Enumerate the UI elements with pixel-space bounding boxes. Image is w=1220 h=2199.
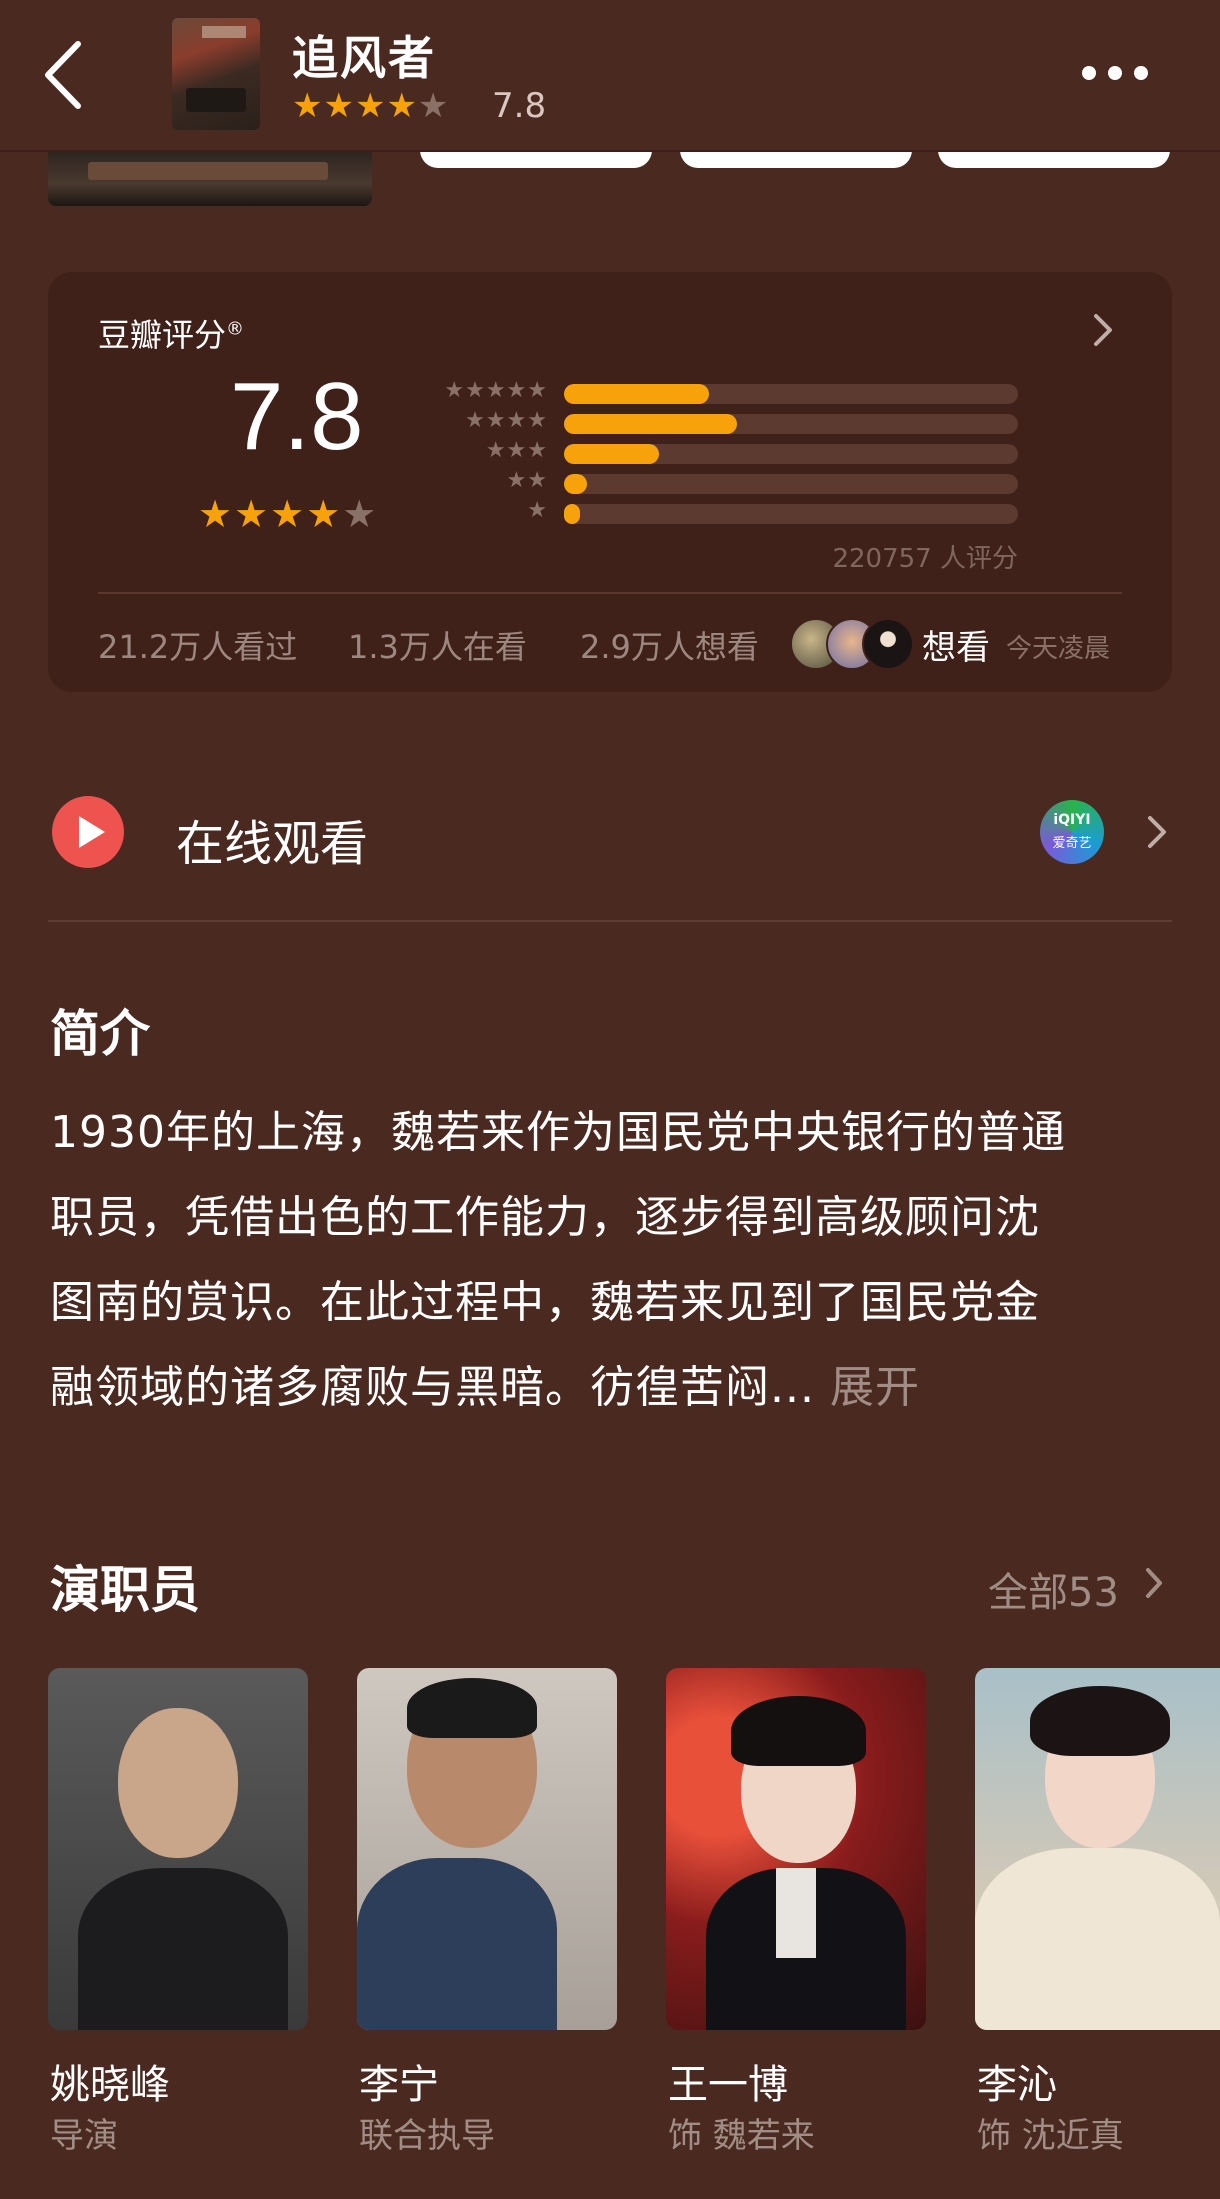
- movie-poster: [48, 150, 372, 206]
- rating-bar-2-fill: [564, 474, 587, 494]
- chevron-right-icon[interactable]: [1144, 1566, 1164, 1600]
- rating-bar-1-fill: [564, 504, 580, 524]
- watching-count: 1.3万人在看: [348, 628, 527, 666]
- rating-bar-3: [564, 444, 1018, 464]
- intro-text: 1930年的上海，魏若来作为国民党中央银行的普通 职员，凭借出色的工作能力，逐步…: [50, 1107, 1066, 1413]
- cast-card[interactable]: 姚晓峰 导演: [48, 1668, 308, 2156]
- wish-count: 2.9万人想看: [580, 628, 759, 666]
- cast-photo: [975, 1668, 1220, 2030]
- cast-name: 姚晓峰: [50, 2062, 170, 2108]
- cast-title: 演职员: [50, 1561, 200, 1619]
- two-star-label: ★★: [506, 468, 548, 493]
- chevron-right-icon[interactable]: [1090, 312, 1116, 348]
- action-button[interactable]: [680, 150, 912, 168]
- rating-bar-5-fill: [564, 384, 710, 404]
- cast-role: 饰 魏若来: [668, 2116, 815, 2156]
- want-label: 想看: [922, 628, 990, 668]
- all-cast-link[interactable]: 全部53: [988, 1560, 1119, 1618]
- one-star-label: ★: [527, 498, 548, 523]
- watched-count: 21.2万人看过: [98, 628, 298, 666]
- movie-title: 追风者: [292, 31, 436, 85]
- cast-role: 导演: [50, 2116, 118, 2156]
- intro-title: 简介: [50, 1005, 150, 1063]
- cast-name: 李沁: [977, 2062, 1057, 2108]
- cast-card[interactable]: 李宁 联合执导: [357, 1668, 617, 2156]
- rating-score: 7.8: [230, 363, 364, 470]
- expand-link[interactable]: 展开: [830, 1362, 920, 1413]
- iqiyi-logo-icon[interactable]: iQIYI 爱奇艺: [1040, 800, 1104, 864]
- friend-avatars[interactable]: [790, 618, 914, 670]
- want-time: 今天凌晨: [1006, 634, 1111, 664]
- section-divider: [48, 920, 1172, 922]
- rating-bar-1: [564, 504, 1018, 524]
- cast-card[interactable]: 王一博 饰 魏若来: [666, 1668, 926, 2156]
- back-arrow-icon[interactable]: [40, 38, 90, 112]
- rating-stars: ★★★★★: [198, 492, 379, 536]
- rating-card-title: 豆瓣评分®: [98, 316, 245, 354]
- play-icon[interactable]: [52, 796, 124, 868]
- rating-bar-3-fill: [564, 444, 660, 464]
- cast-photo: [357, 1668, 617, 2030]
- movie-poster-thumbnail[interactable]: [172, 18, 260, 130]
- rating-bar-2: [564, 474, 1018, 494]
- four-star-label: ★★★★: [465, 408, 548, 433]
- cast-photo: [48, 1668, 308, 2030]
- cast-name: 李宁: [359, 2062, 439, 2108]
- cast-name: 王一博: [668, 2062, 788, 2108]
- header-rating-score: 7.8: [492, 86, 547, 126]
- cast-role: 饰 沈近真: [977, 2116, 1124, 2156]
- watch-online-label[interactable]: 在线观看: [176, 804, 368, 874]
- avatar: [862, 618, 914, 670]
- action-button[interactable]: [938, 150, 1170, 168]
- cast-role: 联合执导: [359, 2116, 495, 2156]
- rating-divider: [98, 592, 1122, 594]
- more-options-icon[interactable]: [1080, 62, 1150, 86]
- five-star-label: ★★★★★: [444, 378, 548, 403]
- cast-card[interactable]: 李沁 饰 沈近真: [975, 1668, 1220, 2156]
- rating-bar-4-fill: [564, 414, 737, 434]
- three-star-label: ★★★: [485, 438, 548, 463]
- rating-bar-4: [564, 414, 1018, 434]
- top-bar: 追风者 ★★★★★ 7.8: [0, 0, 1220, 152]
- rating-bar-5: [564, 384, 1018, 404]
- header-rating-stars: ★★★★★: [292, 86, 450, 126]
- rating-vote-count: 220757 人评分: [832, 544, 1018, 574]
- cast-photo: [666, 1668, 926, 2030]
- chevron-right-icon[interactable]: [1146, 814, 1168, 850]
- action-button[interactable]: [420, 150, 652, 168]
